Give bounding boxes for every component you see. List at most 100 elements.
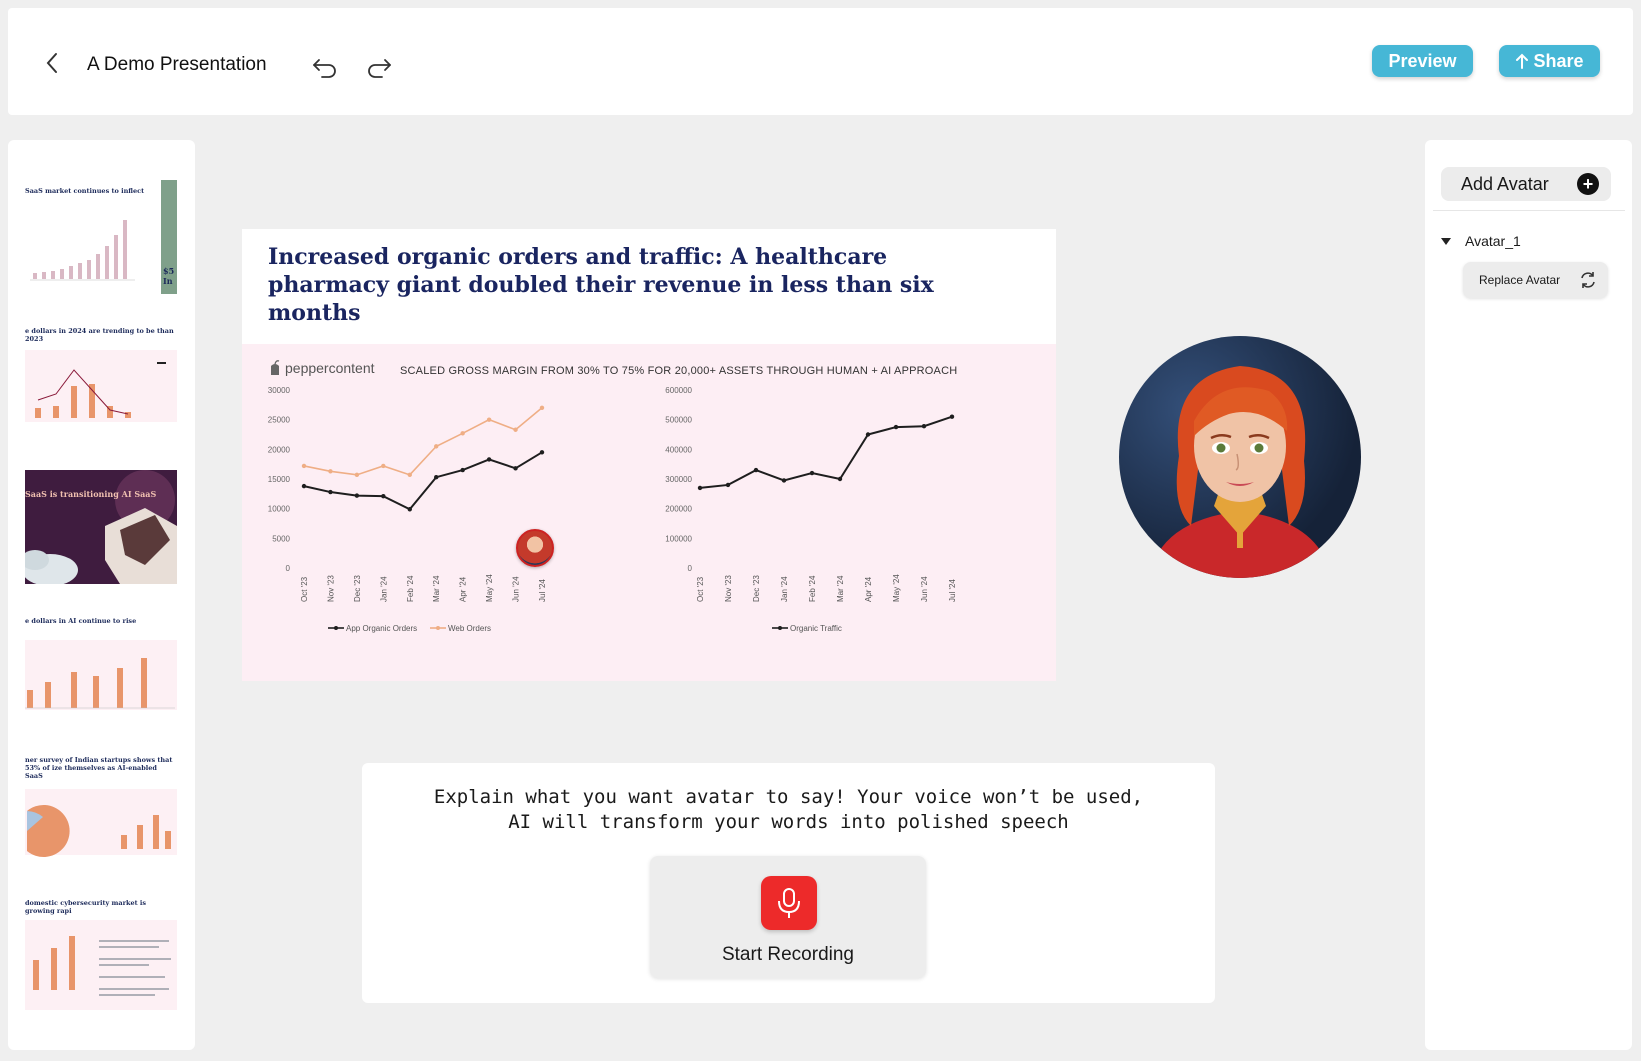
y-tick-label: 500000 xyxy=(665,416,692,425)
data-point xyxy=(539,405,545,410)
undo-icon[interactable] xyxy=(310,52,340,82)
data-point xyxy=(486,417,492,422)
microphone-icon[interactable] xyxy=(761,876,817,930)
x-tick-label: Feb '24 xyxy=(808,575,817,602)
data-point xyxy=(513,427,518,432)
legend-label: Organic Traffic xyxy=(790,624,842,633)
refresh-icon xyxy=(1581,272,1595,288)
data-point xyxy=(407,507,412,512)
y-tick-label: 15000 xyxy=(268,475,291,484)
y-tick-label: 0 xyxy=(688,564,693,573)
y-tick-label: 300000 xyxy=(665,475,692,484)
x-tick-label: Jun '24 xyxy=(512,576,521,602)
x-tick-label: Mar '24 xyxy=(836,575,845,602)
data-point xyxy=(460,467,465,473)
slide-thumbnail-1[interactable]: SaaS market continues to inflect $5 In xyxy=(25,180,177,294)
data-point xyxy=(354,472,360,478)
data-point xyxy=(781,478,787,483)
data-point xyxy=(381,494,386,499)
thumbnail-title: SaaS is transitioning AI SaaS xyxy=(25,489,157,499)
avatar-panel: Add Avatar + Avatar_1 Replace Avatar xyxy=(1425,140,1632,1050)
recording-instructions: Explain what you want avatar to say! You… xyxy=(433,786,1144,833)
top-bar: A Demo Presentation Preview Share xyxy=(8,8,1633,115)
share-label: Share xyxy=(1533,50,1584,71)
data-point xyxy=(486,457,492,462)
y-tick-label: 400000 xyxy=(665,445,692,454)
data-point xyxy=(381,463,386,469)
x-tick-label: Apr '24 xyxy=(459,576,468,602)
slide-thumbnail-5[interactable]: ner survey of Indian startups shows that… xyxy=(25,755,177,869)
data-point xyxy=(354,493,360,498)
slide-thumbnails-panel: SaaS market continues to inflect $5 In e… xyxy=(8,140,195,1050)
x-tick-label: Dec '23 xyxy=(353,575,362,602)
y-tick-label: 25000 xyxy=(268,416,291,425)
y-tick-label: 5000 xyxy=(272,534,290,543)
x-tick-label: Jan '24 xyxy=(780,576,789,602)
caret-down-icon[interactable] xyxy=(1441,237,1451,245)
data-point xyxy=(301,463,307,469)
y-tick-label: 0 xyxy=(286,564,291,573)
x-tick-label: Dec '23 xyxy=(752,575,761,602)
thumbnail-combo-graphic xyxy=(25,350,177,422)
thumbnail-bars-graphic xyxy=(25,640,177,710)
presentation-title[interactable]: A Demo Presentation xyxy=(87,54,267,76)
x-tick-label: Mar '24 xyxy=(432,575,441,602)
x-tick-label: Nov '23 xyxy=(724,575,733,602)
share-button[interactable]: Share xyxy=(1499,45,1600,77)
legend-label: App Organic Orders xyxy=(346,624,417,633)
avatar-list-item[interactable]: Avatar_1 xyxy=(1441,233,1521,249)
y-tick-label: 100000 xyxy=(665,534,692,543)
series-line xyxy=(699,415,953,489)
x-tick-label: Feb '24 xyxy=(406,575,415,602)
legend-marker xyxy=(778,626,782,630)
legend-marker xyxy=(436,626,440,630)
data-point xyxy=(725,482,731,488)
thumbnail-pie-bars-graphic xyxy=(25,789,177,857)
back-arrow-icon[interactable] xyxy=(38,48,68,78)
y-tick-label: 10000 xyxy=(268,505,291,514)
legend-marker xyxy=(334,626,338,630)
x-tick-label: Jul '24 xyxy=(538,579,547,602)
x-tick-label: Jul '24 xyxy=(948,579,957,602)
data-point xyxy=(539,450,545,455)
add-avatar-button[interactable]: Add Avatar + xyxy=(1441,167,1611,201)
y-tick-label: 30000 xyxy=(268,386,291,395)
preview-button[interactable]: Preview xyxy=(1372,45,1473,77)
legend-label: Web Orders xyxy=(448,624,491,633)
thumbnail-bars-text-graphic xyxy=(25,920,177,1010)
x-tick-label: Nov '23 xyxy=(326,575,335,602)
avatar-marker[interactable] xyxy=(516,529,554,567)
recording-card: Explain what you want avatar to say! You… xyxy=(362,763,1215,1003)
data-point xyxy=(921,423,927,429)
replace-avatar-button[interactable]: Replace Avatar xyxy=(1463,262,1608,298)
slide-thumbnail-2[interactable]: e dollars in 2024 are trending to be tha… xyxy=(25,320,177,434)
slide-thumbnail-4[interactable]: e dollars in AI continue to rise xyxy=(25,610,177,724)
data-point xyxy=(697,485,703,491)
data-point xyxy=(301,483,307,489)
slide-thumbnail-6[interactable]: domestic cybersecurity market is growing… xyxy=(25,900,177,1014)
avatar-name: Avatar_1 xyxy=(1465,233,1521,249)
slide-title[interactable]: Increased organic orders and traffic: A … xyxy=(268,243,1008,327)
x-tick-label: Jun '24 xyxy=(920,576,929,602)
data-point xyxy=(328,469,333,474)
slide-thumbnail-3[interactable]: SaaS is transitioning AI SaaS xyxy=(25,470,177,584)
redo-icon[interactable] xyxy=(364,52,394,82)
x-tick-label: May '24 xyxy=(892,574,901,602)
slide-canvas[interactable]: Increased organic orders and traffic: A … xyxy=(242,229,1056,681)
y-tick-label: 600000 xyxy=(665,386,692,395)
divider xyxy=(1433,210,1625,211)
data-point xyxy=(407,472,412,478)
x-tick-label: Oct '23 xyxy=(300,576,309,602)
data-point xyxy=(837,476,843,482)
data-point xyxy=(513,466,518,471)
replace-avatar-label: Replace Avatar xyxy=(1479,273,1561,287)
data-point xyxy=(865,432,871,437)
y-tick-label: 200000 xyxy=(665,505,692,514)
avatar-preview[interactable] xyxy=(1119,336,1361,578)
start-recording-button[interactable]: Start Recording xyxy=(650,856,926,978)
data-point xyxy=(753,467,759,473)
data-point xyxy=(893,424,899,430)
preview-label: Preview xyxy=(1388,50,1457,71)
charts-svg: 0 5000 10000 15000 20000 25000 30000 Oct '23 Nov… xyxy=(268,386,957,633)
avatar-portrait-graphic xyxy=(1149,366,1331,578)
